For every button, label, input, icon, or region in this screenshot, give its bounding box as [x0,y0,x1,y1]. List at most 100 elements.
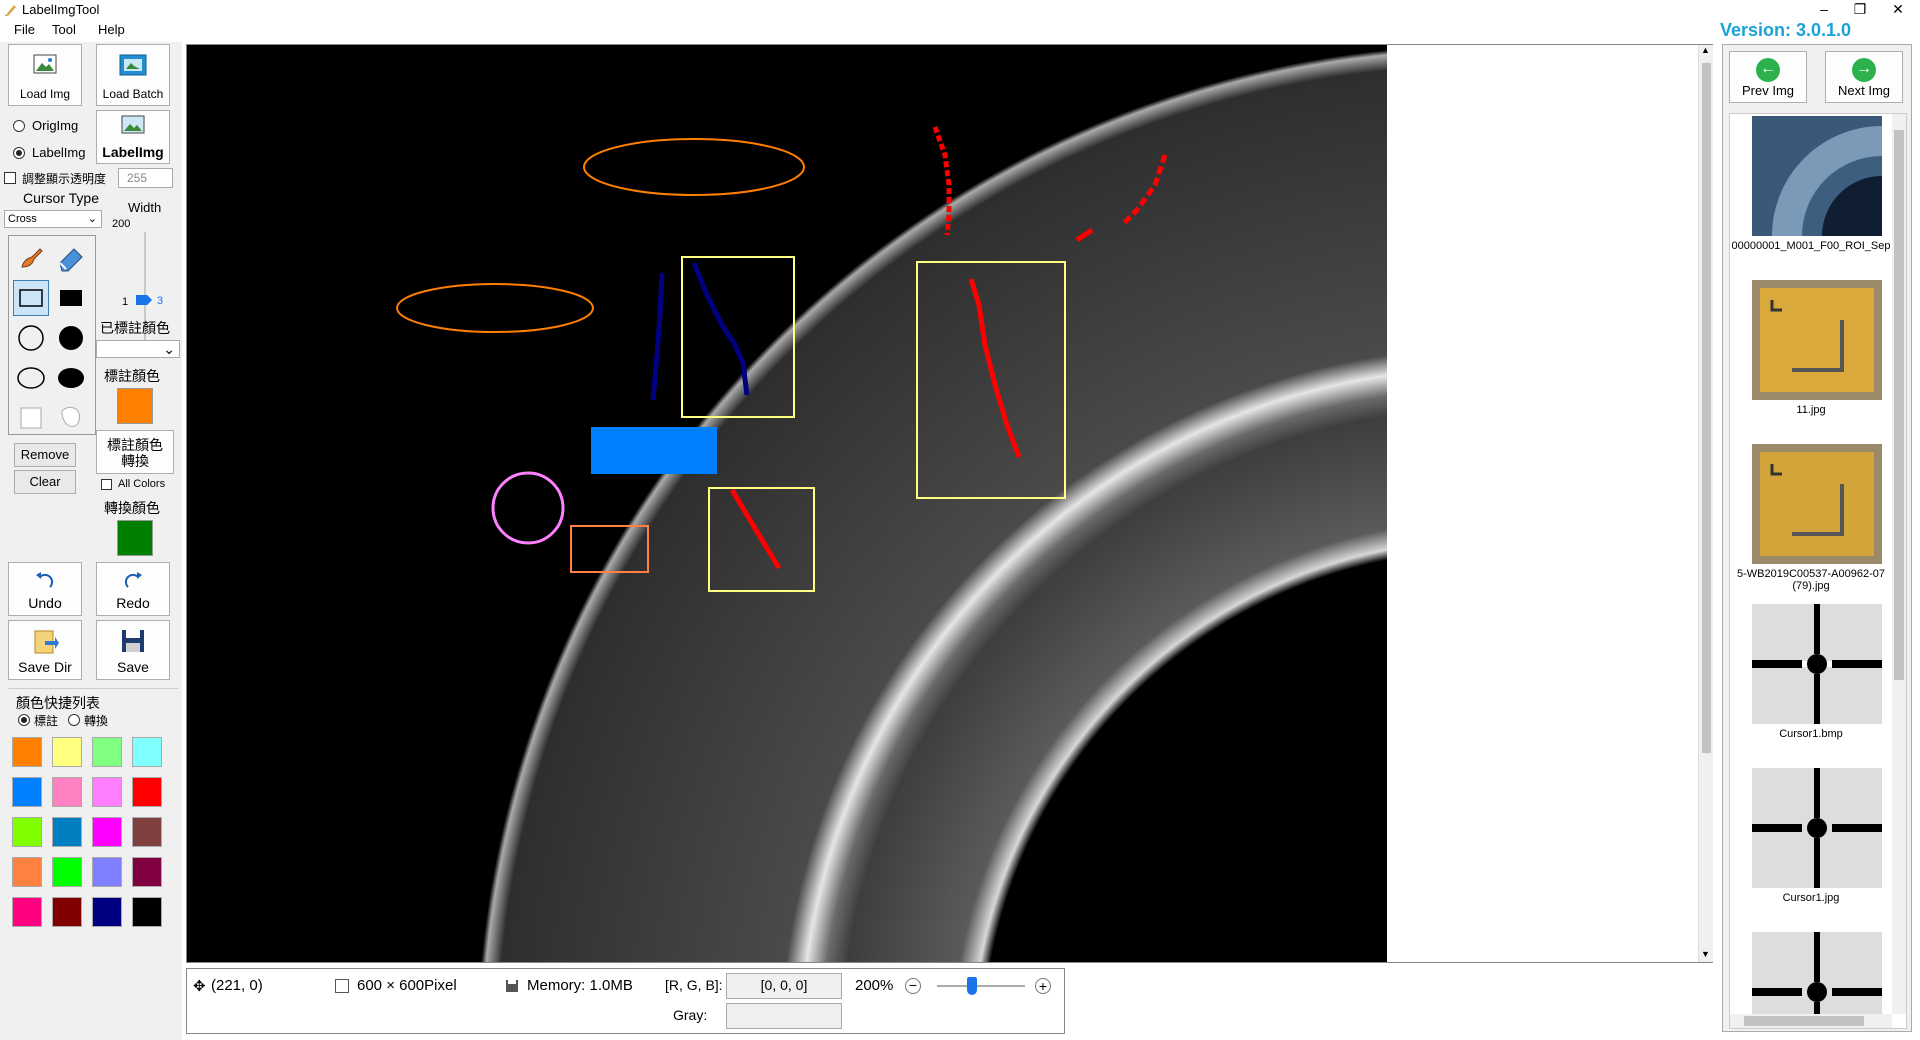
palette-swatch[interactable] [132,777,162,807]
zoom-slider-track[interactable] [937,985,1025,987]
lasso-select-tool[interactable] [53,400,89,436]
image-icon [33,54,57,74]
close-button[interactable]: ✕ [1880,0,1916,20]
palette-swatch[interactable] [92,737,122,767]
convert-color-swatch[interactable] [117,520,153,556]
brush-tool[interactable] [13,240,49,276]
palette-swatch[interactable] [132,857,162,887]
label-img-button[interactable]: LabelImg [96,110,170,164]
drawing-tools [8,235,96,435]
pad-thumbnail [1752,444,1882,564]
menu-file[interactable]: File [14,22,35,37]
orig-img-radio[interactable] [13,120,25,132]
save-button[interactable]: Save [96,620,170,680]
palette-swatch[interactable] [92,817,122,847]
redo-button[interactable]: Redo [96,562,170,616]
menu-tool[interactable]: Tool [52,22,76,37]
palette-swatch[interactable] [52,857,82,887]
cursor-thumbnail [1752,932,1882,1014]
label-image-icon [121,115,145,134]
thumbnail-label: 11.jpg [1796,404,1826,416]
save-dir-button[interactable]: Save Dir [8,620,82,680]
eraser-tool[interactable] [53,240,89,276]
zoom-out-icon[interactable]: − [905,978,921,994]
memory-icon [506,980,518,992]
ellipse-outline-tool[interactable] [13,360,49,396]
palette-swatch[interactable] [92,857,122,887]
remove-button[interactable]: Remove [14,443,76,467]
cursor-type-select[interactable]: Cross ⌄ [4,210,102,228]
rect-select-icon [20,407,42,429]
scroll-up-icon[interactable]: ▲ [1701,45,1710,55]
palette-swatch[interactable] [92,777,122,807]
palette-swatch[interactable] [52,897,82,927]
shortcut-mode-label-radio[interactable] [18,714,30,726]
thumbnail-vertical-scrollbar[interactable] [1892,114,1906,1014]
thumbnail-image[interactable] [1752,280,1882,400]
palette-swatch[interactable] [12,857,42,887]
palette-swatch[interactable] [132,817,162,847]
thumbnail-image[interactable] [1752,116,1906,346]
canvas-vertical-scrollbar[interactable]: ▲ ▼ [1698,45,1713,962]
opacity-checkbox[interactable] [4,172,16,184]
convert-label-color-button[interactable]: 標註顏色 轉換 [96,430,174,474]
circle-outline-icon [18,325,44,351]
title-bar: LabelImgTool – ❐ ✕ [0,0,1920,20]
gray-value [726,1003,842,1029]
shortcut-mode-convert-text: 轉換 [84,714,109,728]
thumbnail-image[interactable] [1752,768,1882,888]
labeled-color-select[interactable]: ⌄ [96,340,180,358]
rect-select-tool[interactable] [13,400,49,436]
palette-swatch[interactable] [52,777,82,807]
rectangle-outline-tool[interactable] [13,280,49,316]
palette-swatch[interactable] [52,737,82,767]
load-batch-button[interactable]: Load Batch [96,44,170,106]
palette-swatch[interactable] [12,737,42,767]
scroll-down-icon[interactable]: ▼ [1701,949,1710,959]
thumbnail-image[interactable] [1752,604,1882,724]
label-img-radio[interactable] [13,147,25,159]
width-slider-thumb[interactable] [136,295,152,305]
palette-swatch[interactable] [12,777,42,807]
palette-swatch[interactable] [12,897,42,927]
thumbnail-scroll-thumb[interactable] [1894,130,1904,680]
label-color-swatch[interactable] [117,388,153,424]
zoom-slider-thumb[interactable] [967,977,977,995]
rgb-label: [R, G, B]: [665,977,723,993]
thumbnail-image[interactable] [1752,444,1882,564]
label-img-button-label: LabelImg [102,144,164,160]
palette-swatch[interactable] [52,817,82,847]
width-value: 3 [157,295,164,307]
app-title: LabelImgTool [22,2,100,17]
pad-thumbnail [1752,280,1882,400]
thumbnail-horizontal-scrollbar[interactable] [1730,1014,1892,1028]
menu-help[interactable]: Help [98,22,125,37]
canvas-scroll-thumb[interactable] [1702,63,1711,753]
clear-button[interactable]: Clear [14,470,76,494]
minimize-button[interactable]: – [1806,0,1842,20]
circle-outline-tool[interactable] [13,320,49,356]
shortcut-mode-convert-radio[interactable] [68,714,80,726]
image-canvas[interactable] [187,45,1387,962]
all-colors-checkbox[interactable] [101,479,112,490]
circle-filled-tool[interactable] [53,320,89,356]
undo-button[interactable]: Undo [8,562,82,616]
rectangle-filled-tool[interactable] [53,280,89,316]
zoom-in-icon[interactable]: + [1035,978,1051,994]
cursor-thumbnail [1752,604,1882,724]
app-logo-icon [5,5,16,16]
thumbnail-image[interactable] [1752,932,1882,1014]
prev-img-button[interactable]: ← Prev Img [1729,51,1807,103]
palette-swatch[interactable] [132,897,162,927]
restore-button[interactable]: ❐ [1842,0,1878,20]
palette-swatch[interactable] [92,897,122,927]
ellipse-filled-tool[interactable] [53,360,89,396]
palette-swatch[interactable] [132,737,162,767]
next-img-button[interactable]: → Next Img [1825,51,1903,103]
image-size: 600 × 600Pixel [357,977,457,994]
palette-swatch[interactable] [12,817,42,847]
load-img-button[interactable]: Load Img [8,44,82,106]
thumbnail-hscroll-thumb[interactable] [1744,1016,1864,1026]
circle-filled-icon [59,326,83,350]
opacity-input[interactable]: 255 [118,168,173,188]
